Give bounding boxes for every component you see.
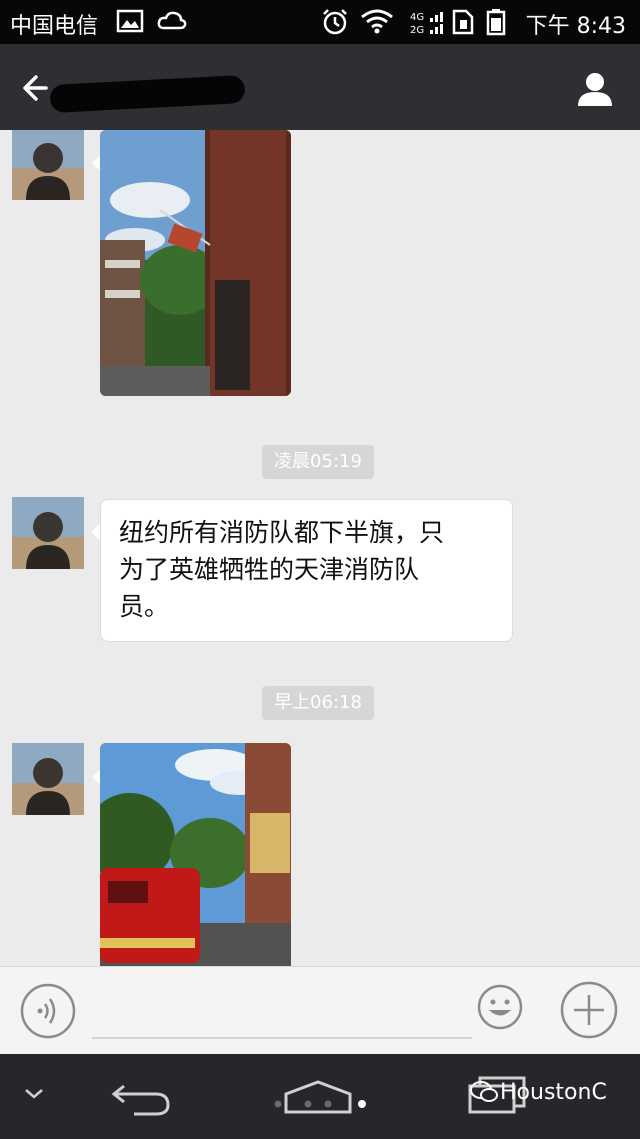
back-icon: [111, 1084, 170, 1116]
sim-icon: [450, 8, 476, 40]
text-message-bubble[interactable]: 纽约所有消防队都下半旗，只 为了英雄牺牲的天津消防队 员。: [100, 499, 513, 642]
network-badge-2g: 2G: [410, 25, 424, 36]
voice-icon: [20, 983, 76, 1039]
contact-avatar[interactable]: [12, 497, 84, 569]
chevron-down-icon: [25, 1089, 43, 1099]
profile-button[interactable]: [574, 68, 616, 110]
person-icon: [578, 73, 612, 106]
chat-title-bar: [0, 44, 640, 130]
voice-button[interactable]: [20, 983, 76, 1039]
plus-icon: [560, 981, 618, 1039]
nav-back-button[interactable]: [110, 1078, 172, 1122]
home-icon: [274, 1080, 366, 1114]
system-nav-bar: HoustonC: [0, 1054, 640, 1139]
contact-avatar[interactable]: [12, 130, 84, 200]
wifi-icon: [360, 8, 394, 38]
message-line: 纽约所有消防队都下半旗，只: [119, 518, 445, 547]
status-bar: 中国电信 4G 2G 下午 8:43: [0, 0, 640, 44]
hide-nav-button[interactable]: [20, 1084, 48, 1108]
message-line: 员。: [119, 592, 170, 621]
emoji-icon: [477, 984, 523, 1030]
timestamp-chip: 凌晨05:19: [262, 445, 374, 479]
more-button[interactable]: [560, 981, 618, 1039]
network-badge-4g: 4G: [410, 12, 424, 23]
message-input-bar: [0, 966, 640, 1054]
redacted-contact-name: [49, 74, 246, 114]
photo-message[interactable]: [100, 743, 291, 966]
chat-message-list[interactable]: 凌晨05:19 纽约所有消防队都下半旗，只 为了英雄牺牲的天津消防队 员。 早上…: [0, 130, 640, 966]
wechat-logo-icon: [470, 1080, 498, 1104]
nav-home-button[interactable]: [272, 1076, 372, 1120]
photo-message[interactable]: [100, 130, 291, 396]
image-icon: [116, 8, 144, 38]
timestamp-chip: 早上06:18: [262, 686, 374, 720]
clock: 下午 8:43: [525, 14, 626, 39]
alarm-icon: [320, 8, 350, 40]
battery-icon: [486, 8, 506, 40]
watermark-text: HoustonC: [500, 1080, 607, 1105]
message-line: 为了英雄牺牲的天津消防队: [119, 555, 420, 584]
contact-avatar[interactable]: [12, 743, 84, 815]
signal-icon: 4G 2G: [410, 10, 448, 40]
message-input[interactable]: [92, 983, 472, 1039]
carrier-label: 中国电信: [10, 14, 99, 39]
emoji-button[interactable]: [476, 983, 524, 1031]
cloud-icon: [156, 8, 188, 38]
